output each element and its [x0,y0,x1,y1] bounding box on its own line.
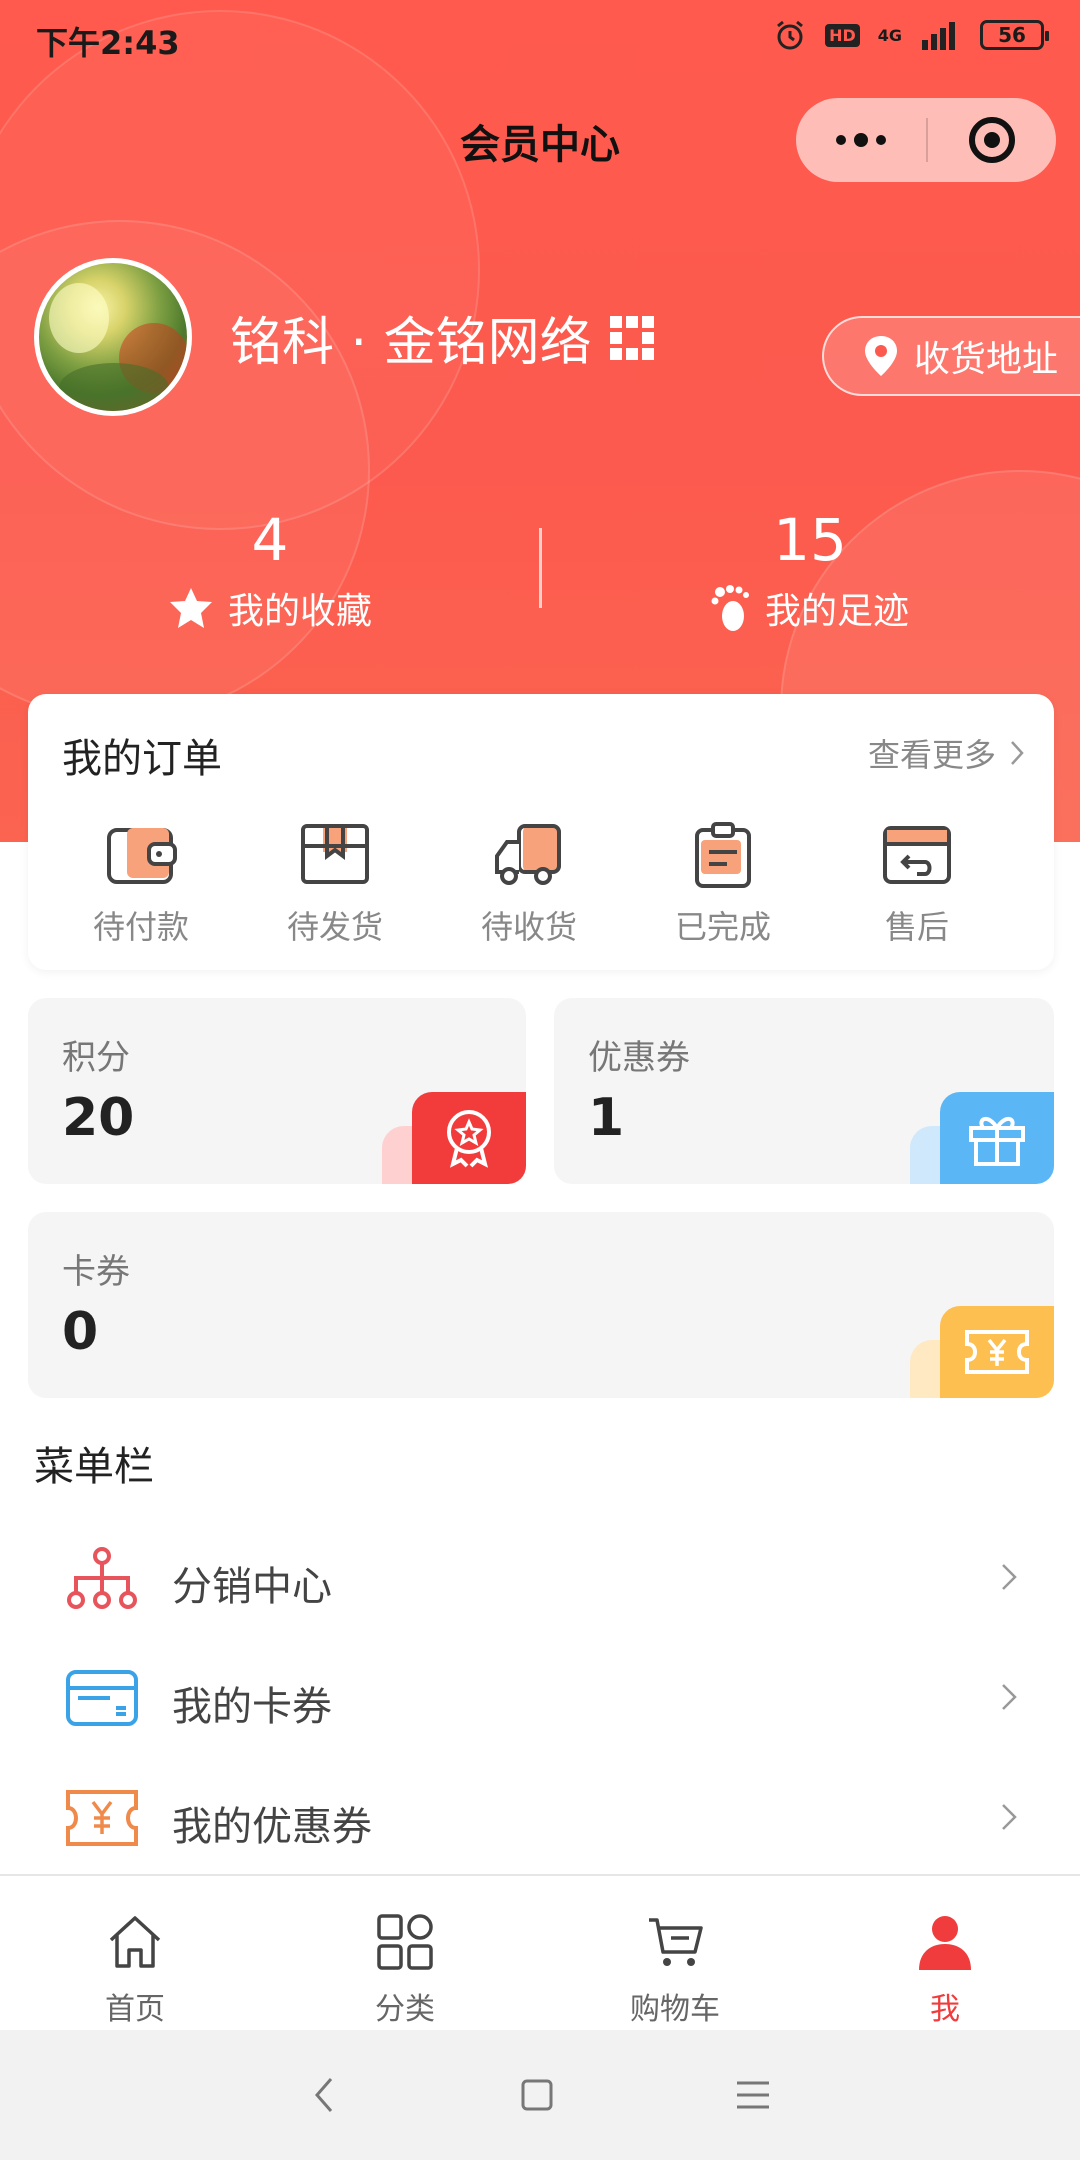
category-icon [377,1914,433,1970]
order-completed[interactable]: 已完成 [626,822,820,948]
distribution-icon [67,1547,137,1609]
ticket-icon [965,1330,1029,1374]
cards-card[interactable]: 卡券 0 [28,1212,1054,1398]
menu-lines-icon[interactable] [735,2079,771,2111]
system-navigation-bar [0,2030,1080,2160]
status-icons: HD 4G 56 [773,18,1049,52]
hd-icon: HD [825,23,860,47]
status-time: 下午2:43 [36,24,180,62]
points-card[interactable]: 积分 20 [28,998,526,1184]
return-card-icon [883,826,951,884]
tab-label: 分类 [375,1992,435,2027]
points-value: 20 [62,1088,135,1148]
signal-icon [922,22,955,50]
footprints-stat[interactable]: 15 我的足迹 [540,500,1080,634]
tab-label: 购物车 [630,1992,720,2027]
cards-label: 卡券 [62,1252,130,1292]
shipping-address-button[interactable]: 收货地址 [822,316,1080,396]
user-name: 铭科 · 金铭网络 [230,313,592,373]
home-icon [109,1916,161,1968]
order-pending-payment-label: 待付款 [92,908,189,946]
avatar[interactable] [34,258,192,416]
location-pin-icon [865,336,897,376]
chevron-right-icon [1002,1804,1017,1830]
clipboard-icon [695,822,751,888]
favorites-count: 4 [251,506,289,574]
qr-code-icon[interactable] [609,315,654,360]
wallet-icon [107,828,177,884]
points-label: 积分 [62,1038,130,1078]
coupons-badge [940,1092,1054,1184]
order-after-sales[interactable]: 售后 [820,822,1014,948]
medal-icon [447,1110,491,1168]
gift-icon [969,1117,1025,1166]
status-bar: 下午2:43 HD 4G 56 [0,0,1080,76]
battery-level: 56 [998,23,1026,47]
footprint-icon [711,585,749,631]
tab-me[interactable]: 我 [810,1876,1080,2030]
tab-label: 首页 [105,1992,165,2027]
more-options-button[interactable] [796,98,926,182]
menu-section-title: 菜单栏 [34,1444,154,1490]
tab-label: 我 [930,1992,960,2027]
cards-badge [940,1306,1054,1398]
menu-item-distribution-center[interactable]: 分销中心 [0,1518,1080,1638]
cards-value: 0 [62,1302,99,1362]
chevron-right-icon [1002,1684,1017,1710]
miniapp-capsule [796,98,1056,182]
close-miniapp-button[interactable] [928,98,1056,182]
user-icon [919,1916,971,1970]
tab-home[interactable]: 首页 [0,1876,270,2030]
target-icon [969,117,1015,163]
tab-category[interactable]: 分类 [270,1876,540,2030]
order-status-row: 待付款 待发货 待收货 已完成 售后 [28,822,1054,948]
order-pending-shipment-label: 待发货 [286,908,383,946]
menu-item-my-coupons[interactable]: 我的优惠券 [0,1758,1080,1878]
order-pending-receipt[interactable]: 待收货 [432,822,626,948]
menu-item-my-cards[interactable]: 我的卡券 [0,1638,1080,1758]
truck-icon [495,824,561,885]
package-icon [301,824,369,884]
favorites-stat[interactable]: 4 我的收藏 [0,500,540,634]
view-more-orders-link[interactable]: 查看更多 [868,730,1024,776]
favorites-label: 我的收藏 [227,591,372,632]
points-badge [412,1092,526,1184]
my-orders-card: 我的订单 查看更多 待付款 待发货 待收货 已完成 售后 [28,694,1054,970]
shipping-address-label: 收货地址 [914,339,1059,380]
coupon-icon [66,1790,138,1846]
footprints-label: 我的足迹 [764,591,909,632]
network-label: 4G [877,25,902,45]
order-pending-payment[interactable]: 待付款 [44,822,238,948]
order-after-sales-label: 售后 [884,908,949,946]
order-pending-receipt-label: 待收货 [480,908,577,946]
menu-item-label: 分销中心 [172,1564,332,1610]
menu-item-label: 我的优惠券 [172,1804,372,1850]
coupons-label: 优惠券 [588,1038,690,1078]
cart-icon [649,1918,703,1966]
back-icon[interactable] [309,2075,339,2115]
battery-icon: 56 [980,20,1049,50]
menu-item-label: 我的卡券 [172,1684,332,1730]
orders-title: 我的订单 [62,736,222,782]
chevron-right-icon [1011,741,1024,765]
star-icon [169,588,212,628]
footprints-count: 15 [773,506,847,574]
view-more-label: 查看更多 [867,736,996,774]
order-completed-label: 已完成 [674,908,771,946]
card-icon [66,1670,138,1726]
bottom-tab-bar: 首页 分类 购物车 我 [0,1874,1080,2030]
coupons-value: 1 [588,1088,625,1148]
user-name-row: 铭科 · 金铭网络 [230,300,654,375]
alarm-icon [777,20,803,50]
coupons-card[interactable]: 优惠券 1 [554,998,1054,1184]
chevron-right-icon [1002,1564,1017,1590]
home-square-icon[interactable] [519,2077,555,2113]
order-pending-shipment[interactable]: 待发货 [238,822,432,948]
tab-cart[interactable]: 购物车 [540,1876,810,2030]
